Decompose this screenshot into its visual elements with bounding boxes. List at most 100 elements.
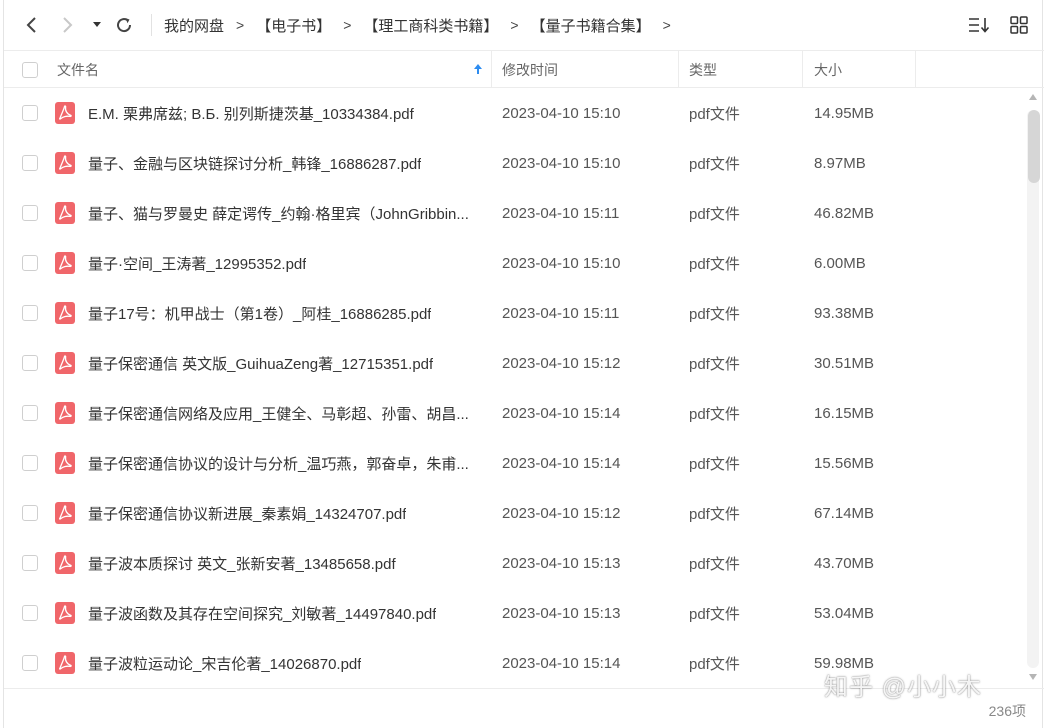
file-modified-time: 2023-04-10 15:14: [502, 454, 621, 472]
file-name-cell: 量子、金融与区块链探讨分析_韩锋_16886287.pdf: [88, 138, 483, 188]
table-row[interactable]: 量子波本质探讨 英文_张新安著_13485658.pdf 2023-04-10 …: [4, 538, 1024, 588]
file-name[interactable]: 量子保密通信网络及应用_王健全、马彰超、孙雷、胡昌...: [88, 403, 469, 424]
scroll-up-arrow-icon[interactable]: [1029, 94, 1037, 100]
table-row[interactable]: 量子保密通信协议的设计与分析_温巧燕，郭奋卓，朱甫... 2023-04-10 …: [4, 438, 1024, 488]
column-divider: [678, 51, 679, 88]
forward-button[interactable]: [56, 13, 80, 37]
row-checkbox[interactable]: [22, 405, 38, 421]
file-name[interactable]: 量子、金融与区块链探讨分析_韩锋_16886287.pdf: [88, 153, 421, 174]
file-name[interactable]: 量子·空间_王涛著_12995352.pdf: [88, 253, 306, 274]
back-button[interactable]: [19, 13, 43, 37]
file-type: pdf文件: [689, 155, 740, 173]
breadcrumb-item-ebooks[interactable]: 【电子书】: [256, 15, 331, 36]
file-name[interactable]: 量子17号：机甲战士（第1卷）_阿桂_16886285.pdf: [88, 303, 431, 324]
breadcrumb-item-my-drive[interactable]: 我的网盘: [164, 15, 224, 36]
vertical-scrollbar[interactable]: [1026, 88, 1040, 688]
file-type: pdf文件: [689, 555, 740, 573]
history-dropdown-button[interactable]: [89, 13, 105, 37]
pdf-file-icon: [55, 252, 75, 274]
select-all-checkbox[interactable]: [22, 61, 38, 78]
file-type: pdf文件: [689, 255, 740, 273]
scrollbar-track[interactable]: [1027, 110, 1040, 668]
file-type: pdf文件: [689, 405, 740, 423]
file-modified-time: 2023-04-10 15:10: [502, 254, 621, 272]
view-controls: [968, 13, 1030, 37]
pdf-file-icon: [55, 552, 75, 574]
column-header-type[interactable]: 类型: [689, 51, 717, 88]
file-name[interactable]: 量子保密通信协议新进展_秦素娟_14324707.pdf: [88, 503, 406, 524]
file-name[interactable]: 量子波粒运动论_宋吉伦著_14026870.pdf: [88, 653, 361, 674]
refresh-icon: [117, 18, 132, 33]
sort-button[interactable]: [968, 13, 990, 37]
file-manager-window: 我的网盘 > 【电子书】 > 【理工商科类书籍】 > 【量子书籍合集】 > 文件…: [3, 0, 1044, 728]
row-checkbox[interactable]: [22, 355, 38, 371]
caret-down-icon: [93, 22, 101, 27]
column-header-time[interactable]: 修改时间: [502, 51, 558, 88]
file-name-cell: 量子、猫与罗曼史 薛定谔传_约翰·格里宾（JohnGribbin...: [88, 188, 483, 238]
scrollbar-thumb[interactable]: [1028, 110, 1040, 183]
column-header-size-label: 大小: [814, 61, 842, 78]
row-checkbox[interactable]: [22, 505, 38, 521]
chevron-right-icon: [63, 17, 73, 33]
file-type: pdf文件: [689, 605, 740, 623]
file-size: 43.70MB: [814, 554, 875, 572]
file-modified-time: 2023-04-10 15:12: [502, 504, 621, 522]
row-checkbox[interactable]: [22, 655, 38, 671]
table-row[interactable]: 量子保密通信协议新进展_秦素娟_14324707.pdf 2023-04-10 …: [4, 488, 1024, 538]
table-row[interactable]: 量子·空间_王涛著_12995352.pdf 2023-04-10 15:10 …: [4, 238, 1024, 288]
file-size: 93.38MB: [814, 304, 875, 322]
row-checkbox[interactable]: [22, 105, 38, 121]
file-name[interactable]: 量子、猫与罗曼史 薛定谔传_约翰·格里宾（JohnGribbin...: [88, 203, 469, 224]
table-row[interactable]: 量子、金融与区块链探讨分析_韩锋_16886287.pdf 2023-04-10…: [4, 138, 1024, 188]
file-type: pdf文件: [689, 455, 740, 473]
breadcrumb-separator: >: [510, 17, 519, 33]
row-checkbox[interactable]: [22, 155, 38, 171]
row-checkbox[interactable]: [22, 455, 38, 471]
file-name[interactable]: 量子保密通信 英文版_GuihuaZeng著_12715351.pdf: [88, 353, 433, 374]
file-modified-time: 2023-04-10 15:10: [502, 104, 621, 122]
breadcrumb-item-quantum-collection[interactable]: 【量子书籍合集】: [531, 15, 651, 36]
table-row[interactable]: 量子保密通信网络及应用_王健全、马彰超、孙雷、胡昌... 2023-04-10 …: [4, 388, 1024, 438]
row-checkbox[interactable]: [22, 205, 38, 221]
table-row[interactable]: 量子、猫与罗曼史 薛定谔传_约翰·格里宾（JohnGribbin... 2023…: [4, 188, 1024, 238]
watermark: 知乎 @小小木: [824, 674, 983, 701]
column-header-name[interactable]: 文件名: [57, 51, 487, 88]
pdf-file-icon: [55, 202, 75, 224]
chevron-left-icon: [26, 17, 36, 33]
breadcrumb-separator: >: [343, 17, 352, 33]
file-modified-time: 2023-04-10 15:11: [502, 204, 620, 222]
file-modified-time: 2023-04-10 15:13: [502, 604, 621, 622]
file-size: 6.00MB: [814, 254, 866, 272]
file-name-cell: 量子波本质探讨 英文_张新安著_13485658.pdf: [88, 538, 483, 588]
file-type: pdf文件: [689, 105, 740, 123]
file-name[interactable]: E.M. 栗弗席兹; B.Б. 别列斯捷茨基_10334384.pdf: [88, 103, 414, 124]
row-checkbox[interactable]: [22, 305, 38, 321]
sort-ascending-icon: [474, 64, 482, 74]
breadcrumb-item-science-books[interactable]: 【理工商科类书籍】: [363, 15, 498, 36]
file-list: E.M. 栗弗席兹; B.Б. 别列斯捷茨基_10334384.pdf 2023…: [4, 88, 1024, 688]
grid-view-button[interactable]: [1008, 13, 1030, 37]
table-row[interactable]: E.M. 栗弗席兹; B.Б. 别列斯捷茨基_10334384.pdf 2023…: [4, 88, 1024, 138]
column-header-size[interactable]: 大小: [814, 51, 842, 88]
column-divider: [802, 51, 803, 88]
file-name[interactable]: 量子波本质探讨 英文_张新安著_13485658.pdf: [88, 553, 396, 574]
pdf-file-icon: [55, 152, 75, 174]
select-all-cell: [22, 51, 38, 88]
refresh-button[interactable]: [112, 13, 136, 37]
scroll-down-arrow-icon[interactable]: [1029, 674, 1037, 680]
toolbar-divider: [151, 14, 152, 36]
file-name[interactable]: 量子波函数及其存在空间探究_刘敏著_14497840.pdf: [88, 603, 436, 624]
table-row[interactable]: 量子波函数及其存在空间探究_刘敏著_14497840.pdf 2023-04-1…: [4, 588, 1024, 638]
table-row[interactable]: 量子保密通信 英文版_GuihuaZeng著_12715351.pdf 2023…: [4, 338, 1024, 388]
file-name[interactable]: 量子保密通信协议的设计与分析_温巧燕，郭奋卓，朱甫...: [88, 453, 469, 474]
file-type: pdf文件: [689, 355, 740, 373]
file-name-cell: 量子保密通信协议新进展_秦素娟_14324707.pdf: [88, 488, 483, 538]
row-checkbox[interactable]: [22, 555, 38, 571]
item-count: 236项: [988, 703, 1026, 719]
file-modified-time: 2023-04-10 15:11: [502, 304, 620, 322]
file-size: 8.97MB: [814, 154, 866, 172]
row-checkbox[interactable]: [22, 255, 38, 271]
row-checkbox[interactable]: [22, 605, 38, 621]
table-row[interactable]: 量子17号：机甲战士（第1卷）_阿桂_16886285.pdf 2023-04-…: [4, 288, 1024, 338]
toolbar: 我的网盘 > 【电子书】 > 【理工商科类书籍】 > 【量子书籍合集】 >: [4, 0, 1044, 50]
